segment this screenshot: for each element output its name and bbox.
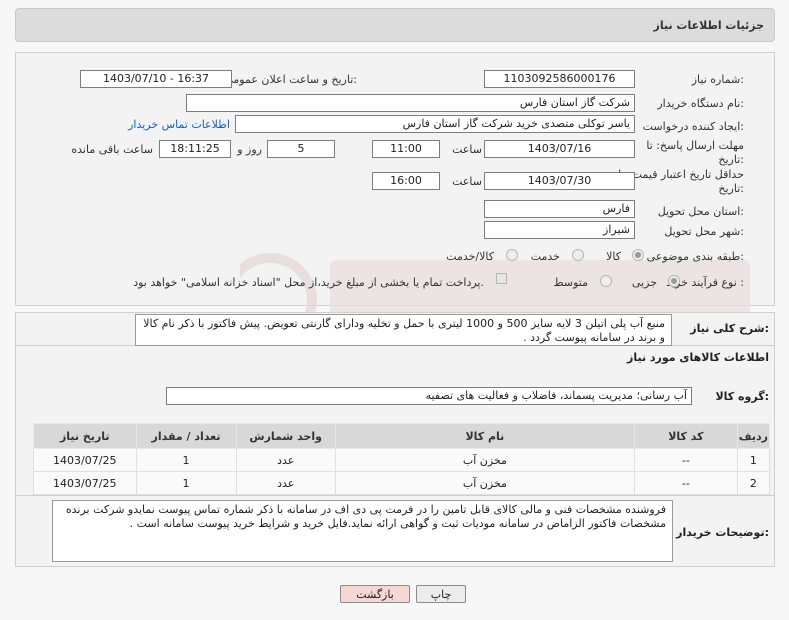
process-option-medium: متوسط bbox=[553, 276, 588, 289]
buyer-org-field: شرکت گاز استان فارس bbox=[186, 94, 635, 112]
buyer-notes-text: فروشنده مشخصات فنی و مالی کالای قابل تام… bbox=[52, 500, 673, 562]
cell-code: -- bbox=[633, 448, 738, 472]
cell-qty: 1 bbox=[135, 448, 237, 472]
description-label: شرح کلی نیاز: bbox=[690, 322, 769, 335]
deadline-time-field: 11:00 bbox=[372, 140, 440, 158]
goods-group-label: گروه کالا: bbox=[715, 390, 769, 403]
goods-table-header: ردیف کد کالا نام کالا واحد شمارش تعداد /… bbox=[33, 423, 771, 449]
goods-section-title: اطلاعات کالاهای مورد نیاز bbox=[627, 351, 769, 364]
requester-field: یاسر توکلی متصدی خرید شرکت گاز استان فار… bbox=[235, 115, 635, 133]
process-option-minor: جزیی bbox=[631, 276, 657, 289]
need-number-label: شماره نیاز: bbox=[691, 73, 744, 86]
goods-table: ردیف کد کالا نام کالا واحد شمارش تعداد /… bbox=[33, 423, 771, 495]
city-field: شیراز bbox=[484, 221, 635, 239]
cell-unit: عدد bbox=[235, 471, 336, 495]
category-radio-goods[interactable] bbox=[632, 249, 644, 261]
announce-date-label: تاریخ و ساعت اعلان عمومی: bbox=[224, 73, 357, 86]
days-label: روز و bbox=[237, 143, 262, 156]
requester-label: ایجاد کننده درخواست: bbox=[642, 120, 744, 133]
payment-checkbox[interactable] bbox=[496, 273, 507, 284]
deadline-date-field: 1403/07/16 bbox=[484, 140, 635, 158]
buyer-notes-label: توضیحات خریدار: bbox=[676, 526, 769, 539]
page-header: جزئیات اطلاعات نیاز bbox=[15, 8, 775, 42]
page-title: جزئیات اطلاعات نیاز bbox=[653, 19, 765, 32]
remaining-time-field: 18:11:25 bbox=[159, 140, 231, 158]
province-label: استان محل تحویل: bbox=[657, 205, 744, 218]
deadline-time-label: ساعت bbox=[452, 143, 482, 156]
category-radio-goods-service[interactable] bbox=[506, 249, 518, 261]
category-radio-service[interactable] bbox=[572, 249, 584, 261]
validity-time-field: 16:00 bbox=[372, 172, 440, 190]
col-date: تاریخ نیاز bbox=[33, 423, 137, 449]
validity-date-field: 1403/07/30 bbox=[484, 172, 635, 190]
cell-row: 1 bbox=[736, 448, 771, 472]
province-field: فارس bbox=[484, 200, 635, 218]
remaining-label: ساعت باقی مانده bbox=[71, 143, 153, 156]
cell-qty: 1 bbox=[135, 471, 237, 495]
cell-date: 1403/07/25 bbox=[33, 471, 137, 495]
table-row: 2 -- مخزن آب عدد 1 1403/07/25 bbox=[33, 471, 771, 495]
announce-date-field: 1403/07/10 - 16:37 bbox=[80, 70, 232, 88]
cell-date: 1403/07/25 bbox=[33, 448, 137, 472]
cell-name: مخزن آب bbox=[334, 471, 635, 495]
cell-row: 2 bbox=[736, 471, 771, 495]
category-option-goods: کالا bbox=[606, 250, 621, 263]
goods-group-field: آب رسانی؛ مدیریت پسماند، فاضلاب و فعالیت… bbox=[166, 387, 692, 405]
city-label: شهر محل تحویل: bbox=[664, 225, 744, 238]
need-number-field: 1103092586000176 bbox=[484, 70, 635, 88]
col-code: کد کالا bbox=[633, 423, 738, 449]
payment-note: پرداخت تمام یا بخشی از مبلغ خرید،از محل … bbox=[133, 276, 484, 289]
process-radio-medium[interactable] bbox=[600, 275, 612, 287]
category-option-service: خدمت bbox=[530, 250, 560, 263]
cell-name: مخزن آب bbox=[334, 448, 635, 472]
cell-code: -- bbox=[633, 471, 738, 495]
process-radio-minor[interactable] bbox=[668, 275, 680, 287]
days-field: 5 bbox=[267, 140, 335, 158]
back-button[interactable]: بازگشت bbox=[340, 585, 410, 603]
col-qty: تعداد / مقدار bbox=[135, 423, 237, 449]
col-row: ردیف bbox=[736, 423, 771, 449]
validity-time-label: ساعت bbox=[452, 175, 482, 188]
description-text: منبع آب پلی اتیلن 3 لایه سایز 500 و 1000… bbox=[135, 314, 672, 346]
deadline-label: مهلت ارسال پاسخ: تا تاریخ: bbox=[646, 139, 744, 166]
category-label: طبقه بندی موضوعی: bbox=[646, 250, 744, 263]
col-name: نام کالا bbox=[334, 423, 635, 449]
buyer-org-label: نام دستگاه خریدار: bbox=[657, 97, 744, 110]
buyer-contact-link[interactable]: اطلاعات تماس خریدار bbox=[128, 118, 230, 131]
table-row: 1 -- مخزن آب عدد 1 1403/07/25 bbox=[33, 448, 771, 472]
col-unit: واحد شمارش bbox=[235, 423, 336, 449]
print-button[interactable]: چاپ bbox=[416, 585, 466, 603]
category-option-goods-service: کالا/خدمت bbox=[446, 250, 494, 263]
cell-unit: عدد bbox=[235, 448, 336, 472]
